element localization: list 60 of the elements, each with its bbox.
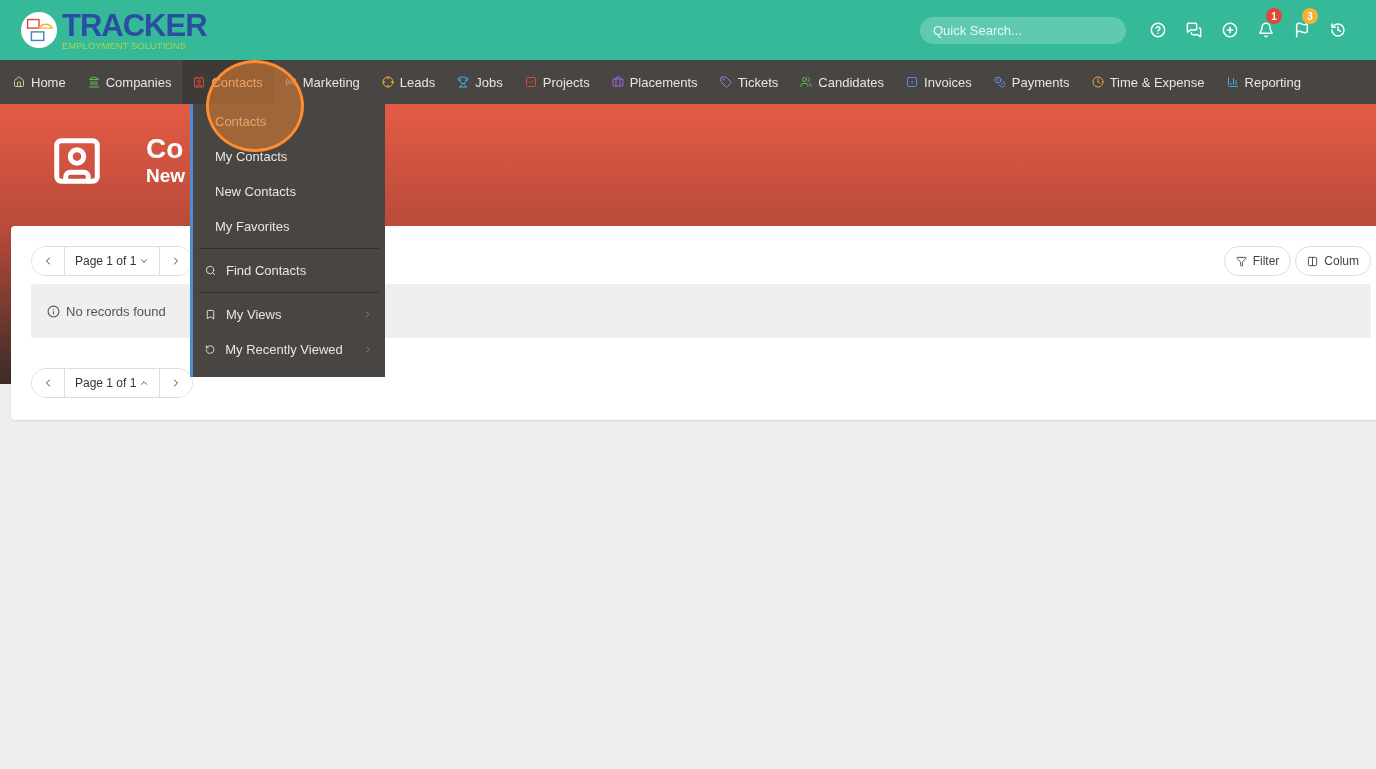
home-icon — [13, 76, 25, 88]
nav-tab[interactable]: Companies — [76, 60, 183, 104]
page-select[interactable]: Page 1 of 1 — [64, 369, 161, 397]
menu-item[interactable]: New Contacts — [193, 174, 385, 209]
tag-icon — [719, 76, 732, 88]
info-icon — [47, 304, 60, 318]
chat-icon — [1186, 22, 1202, 38]
nav-tab[interactable]: Reporting — [1215, 60, 1312, 104]
flag-icon — [1294, 22, 1310, 38]
menu-item[interactable]: Find Contacts — [193, 253, 385, 288]
building-icon — [87, 76, 100, 88]
nav-tab[interactable]: Time & Expense — [1080, 60, 1216, 104]
logo-tagline: EMPLOYMENT SOLUTIONS — [62, 40, 187, 51]
columns-button[interactable]: Colum — [1295, 246, 1371, 276]
count-badge: 3 — [1302, 8, 1318, 24]
users-icon — [800, 76, 813, 88]
nav-tab[interactable]: Jobs — [446, 60, 514, 104]
nav-tab[interactable]: Marketing — [273, 60, 371, 104]
contact-card-icon — [193, 76, 206, 88]
nav-tab[interactable]: Candidates — [789, 60, 896, 104]
nav-tab[interactable]: Projects — [513, 60, 601, 104]
bell-icon — [1258, 22, 1274, 38]
nav-tab[interactable]: Payments — [982, 60, 1081, 104]
empty-message-text: No records found — [66, 303, 166, 319]
logo-wordmark: TRACKER — [62, 9, 207, 41]
add-icon — [1222, 22, 1238, 38]
chevron-down-icon — [139, 256, 150, 266]
menu-item[interactable]: My Contacts — [193, 139, 385, 174]
bar-chart-icon — [1226, 76, 1239, 88]
filter-button[interactable]: Filter — [1223, 246, 1292, 276]
nav-tab[interactable]: Placements — [600, 60, 709, 104]
columns-icon — [1307, 255, 1319, 267]
filter-icon — [1235, 255, 1247, 267]
clock-icon — [1091, 76, 1104, 88]
broadcast-icon — [284, 76, 297, 88]
nav-tab[interactable]: Home — [2, 60, 77, 104]
count-badge: 1 — [1266, 8, 1282, 24]
search-icon — [205, 265, 216, 276]
target-icon — [381, 76, 394, 88]
history-icon — [205, 344, 216, 355]
page-subtitle: New — [146, 164, 186, 187]
page-select[interactable]: Page 1 of 1 — [64, 247, 161, 275]
chevron-up-icon — [139, 378, 150, 388]
bookmark-icon — [205, 309, 216, 320]
nav-tab[interactable]: Tickets — [708, 60, 790, 104]
menu-item[interactable]: My Views — [193, 297, 385, 332]
page-title: Co — [146, 134, 185, 165]
help-icon — [1150, 22, 1166, 38]
menu-item[interactable]: My Recently Viewed — [193, 332, 385, 367]
coins-icon — [993, 76, 1006, 88]
trophy-icon — [457, 76, 470, 88]
logo-icon — [20, 11, 58, 49]
menu-item[interactable]: My Favorites — [193, 209, 385, 244]
nav-tab[interactable]: Invoices — [895, 60, 983, 104]
nav-tab[interactable]: Leads — [370, 60, 447, 104]
history-icon — [1330, 22, 1346, 38]
quick-search-field[interactable]: Quick Search... — [920, 16, 1126, 44]
checkbox-icon — [524, 76, 537, 88]
briefcase-icon — [611, 76, 624, 88]
square-icon — [906, 76, 919, 88]
